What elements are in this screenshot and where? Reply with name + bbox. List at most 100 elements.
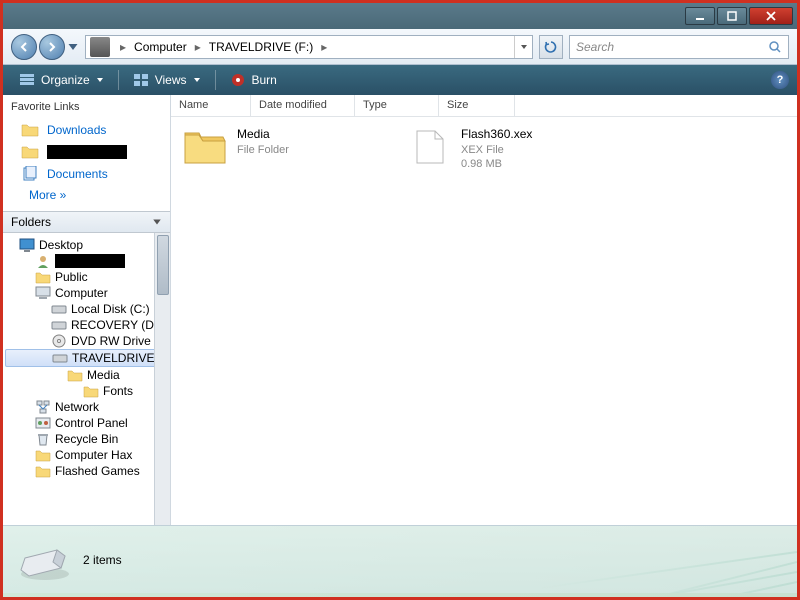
redacted-label: [55, 254, 125, 268]
favorite-label: Downloads: [47, 123, 106, 137]
toolbar-separator: [118, 70, 119, 90]
file-icon: [405, 127, 453, 167]
address-bar[interactable]: ▸ Computer ▸ TRAVELDRIVE (F:) ▸: [85, 35, 533, 59]
tree-label: Computer: [55, 286, 108, 300]
views-button[interactable]: Views: [125, 70, 209, 90]
folder-icon: [35, 464, 51, 478]
favorite-label: Documents: [47, 167, 108, 181]
tree-media[interactable]: Media: [5, 367, 168, 383]
burn-label: Burn: [252, 73, 277, 87]
usb-drive-icon: [52, 351, 68, 365]
tree-label: Network: [55, 400, 99, 414]
network-icon: [35, 400, 51, 414]
search-input[interactable]: Search: [569, 35, 789, 59]
tree-label: RECOVERY (D:): [71, 318, 161, 332]
favorite-links-title: Favorite Links: [11, 101, 162, 113]
column-type[interactable]: Type: [355, 95, 439, 116]
address-dropdown[interactable]: [514, 36, 532, 58]
tree-label: Computer Hax: [55, 448, 132, 462]
tree-label: Control Panel: [55, 416, 128, 430]
chevron-down-icon: [193, 76, 201, 84]
control-panel-icon: [35, 416, 51, 430]
organize-label: Organize: [41, 73, 90, 87]
column-date-modified[interactable]: Date modified: [251, 95, 355, 116]
item-name: Flash360.xex: [461, 127, 532, 143]
item-text: Flash360.xex XEX File 0.98 MB: [461, 127, 532, 171]
breadcrumb-separator[interactable]: ▸: [315, 40, 333, 54]
scrollbar-thumb[interactable]: [157, 235, 169, 295]
window-titlebar: [3, 3, 797, 29]
tree-label: Media: [87, 368, 120, 382]
navigation-pane: Favorite Links Downloads Documents More …: [3, 95, 171, 525]
items-area[interactable]: Media File Folder Flash360.xex XEX File …: [171, 117, 797, 525]
item-type: File Folder: [237, 143, 289, 157]
details-pane: 2 items: [3, 525, 797, 593]
more-label: More »: [29, 188, 66, 202]
item-name: Media: [237, 127, 289, 143]
help-button[interactable]: ?: [771, 71, 789, 89]
command-toolbar: Organize Views Burn ?: [3, 65, 797, 95]
tree-label: Recycle Bin: [55, 432, 118, 446]
folder-icon: [35, 270, 51, 284]
aurora-decoration: [537, 525, 797, 593]
breadcrumb-separator[interactable]: ▸: [189, 40, 207, 54]
tree-dvd[interactable]: DVD RW Drive: [5, 333, 168, 349]
burn-button[interactable]: Burn: [222, 69, 285, 91]
item-flash360-file[interactable]: Flash360.xex XEX File 0.98 MB: [405, 127, 605, 171]
tree-local-c[interactable]: Local Disk (C:): [5, 301, 168, 317]
favorite-more[interactable]: More »: [11, 185, 162, 205]
breadcrumb-separator[interactable]: ▸: [114, 40, 132, 54]
tree-label: DVD RW Drive: [71, 334, 151, 348]
tree-control-panel[interactable]: Control Panel: [5, 415, 168, 431]
maximize-button[interactable]: [717, 7, 747, 25]
column-name[interactable]: Name: [171, 95, 251, 116]
status-text: 2 items: [83, 553, 122, 567]
minimize-button[interactable]: [685, 7, 715, 25]
folder-icon: [35, 448, 51, 462]
breadcrumb-computer[interactable]: Computer: [132, 40, 189, 54]
refresh-button[interactable]: [539, 35, 563, 59]
tree-fonts[interactable]: Fonts: [5, 383, 168, 399]
item-media-folder[interactable]: Media File Folder: [181, 127, 381, 167]
tree-network[interactable]: Network: [5, 399, 168, 415]
tree-label: Fonts: [103, 384, 133, 398]
back-button[interactable]: [11, 34, 37, 60]
redacted-label: [47, 145, 127, 159]
tree-label: Flashed Games: [55, 464, 140, 478]
tree-computer[interactable]: Computer: [5, 285, 168, 301]
tree-desktop[interactable]: Desktop: [5, 237, 168, 253]
chevron-down-icon: [96, 76, 104, 84]
tree-flashed-games[interactable]: Flashed Games: [5, 463, 168, 479]
burn-icon: [230, 72, 246, 88]
folder-icon: [83, 384, 99, 398]
close-button[interactable]: [749, 7, 793, 25]
tree-recycle-bin[interactable]: Recycle Bin: [5, 431, 168, 447]
tree-label: Desktop: [39, 238, 83, 252]
breadcrumb-traveldrive[interactable]: TRAVELDRIVE (F:): [207, 40, 315, 54]
tree-scrollbar[interactable]: [154, 233, 170, 525]
item-size: 0.98 MB: [461, 157, 532, 171]
folder-icon: [21, 144, 39, 160]
user-icon: [35, 254, 51, 268]
tree-public[interactable]: Public: [5, 269, 168, 285]
organize-icon: [19, 73, 35, 87]
favorite-redacted[interactable]: [11, 141, 162, 163]
forward-button[interactable]: [39, 34, 65, 60]
folder-icon: [181, 127, 229, 167]
favorite-documents[interactable]: Documents: [11, 163, 162, 185]
favorite-downloads[interactable]: Downloads: [11, 119, 162, 141]
tree-computer-hax[interactable]: Computer Hax: [5, 447, 168, 463]
desktop-icon: [19, 238, 35, 252]
tree-traveldrive[interactable]: TRAVELDRIVE (F:): [5, 349, 168, 367]
recycle-bin-icon: [35, 432, 51, 446]
dvd-icon: [51, 334, 67, 348]
folder-tree: Desktop Public Computer Local Disk (C:) …: [3, 233, 170, 525]
organize-button[interactable]: Organize: [11, 70, 112, 90]
tree-recovery-d[interactable]: RECOVERY (D:): [5, 317, 168, 333]
column-size[interactable]: Size: [439, 95, 515, 116]
folders-header[interactable]: Folders: [3, 211, 170, 233]
tree-user[interactable]: [5, 253, 168, 269]
disk-icon: [51, 318, 67, 332]
nav-history-dropdown[interactable]: [67, 34, 79, 60]
disk-icon: [51, 302, 67, 316]
